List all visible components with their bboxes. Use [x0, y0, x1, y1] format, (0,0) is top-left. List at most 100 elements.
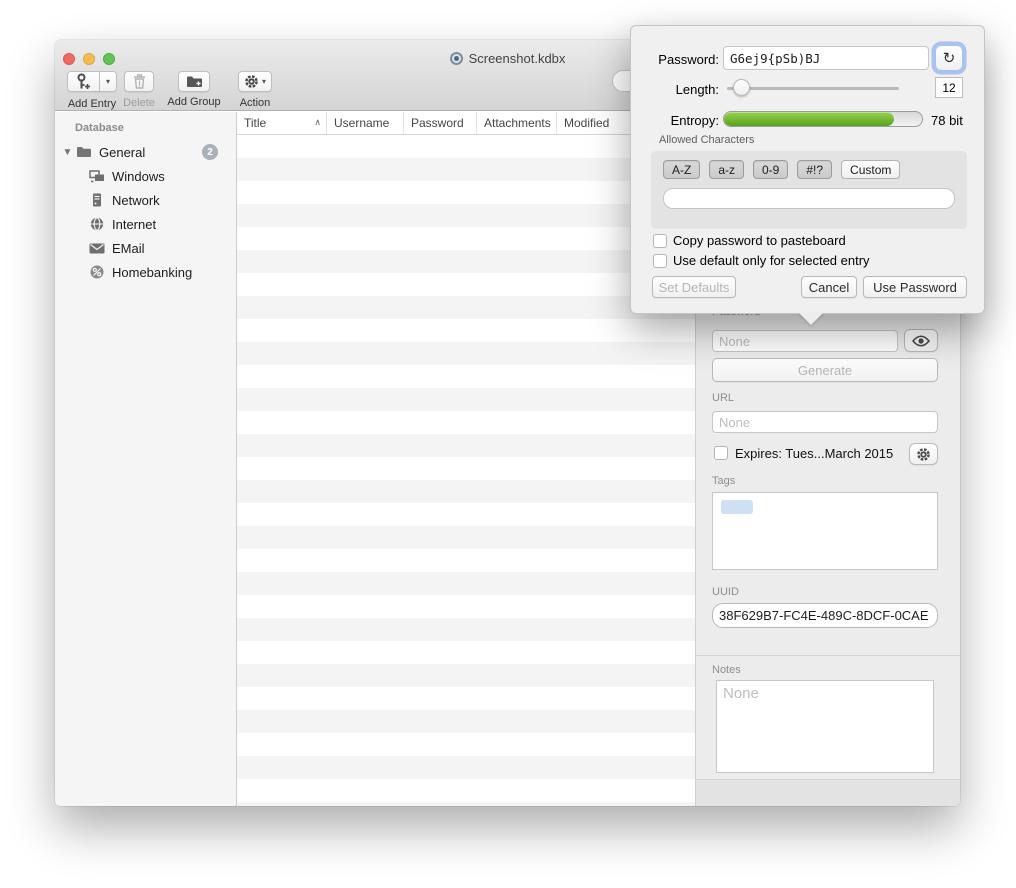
envelope-icon	[87, 243, 107, 254]
delete-label: Delete	[120, 97, 158, 109]
tags-box[interactable]	[712, 492, 938, 570]
server-icon	[87, 193, 107, 207]
expires-checkbox[interactable]	[714, 446, 728, 460]
uuid-field[interactable]	[712, 603, 938, 628]
generated-password-field[interactable]	[723, 46, 929, 70]
action-button[interactable]: ▾	[238, 71, 272, 92]
chevron-down-icon: ▾	[262, 78, 266, 86]
regenerate-button[interactable]: ↻	[935, 45, 963, 71]
notes-label: Notes	[712, 664, 741, 676]
sidebar-item-label: Network	[112, 193, 160, 208]
charset-uppercase-button[interactable]: A-Z	[663, 160, 700, 179]
charset-lowercase-button[interactable]: a-z	[709, 160, 744, 179]
generated-password-label: Password:	[631, 52, 719, 67]
sidebar-item-label: Internet	[112, 217, 156, 232]
toolbar-add-entry: ▾ Add Entry	[66, 71, 118, 110]
cancel-button[interactable]: Cancel	[801, 276, 857, 298]
length-slider[interactable]	[727, 79, 899, 97]
tag-pill[interactable]	[721, 500, 753, 514]
gear-icon	[916, 447, 931, 462]
password-field[interactable]	[712, 330, 898, 352]
entropy-bits: 78 bit	[931, 113, 963, 128]
table-rows-area[interactable]	[237, 135, 695, 806]
set-defaults-button[interactable]: Set Defaults	[652, 276, 736, 298]
trash-icon	[133, 74, 146, 89]
column-header-attachments[interactable]: Attachments	[477, 112, 557, 134]
entropy-fill	[724, 112, 894, 126]
generate-button[interactable]: Generate	[712, 358, 938, 382]
add-group-button[interactable]	[178, 71, 210, 92]
column-header-username[interactable]: Username	[327, 112, 404, 134]
expires-settings-button[interactable]	[909, 443, 938, 465]
sidebar-item-label: Homebanking	[112, 265, 192, 280]
length-field[interactable]	[935, 77, 963, 98]
copy-to-pasteboard-row: Copy password to pasteboard	[653, 233, 846, 248]
url-label: URL	[712, 392, 734, 404]
add-entry-label: Add Entry	[66, 98, 118, 110]
use-password-button[interactable]: Use Password	[863, 276, 967, 298]
document-icon	[450, 52, 463, 65]
password-generator-popover: Password: ↻ Length: Entropy: 78 bit Allo…	[630, 25, 985, 314]
uuid-label: UUID	[712, 586, 739, 598]
entropy-label: Entropy:	[631, 113, 719, 128]
sidebar-item-label: EMail	[112, 241, 145, 256]
sidebar-group-general[interactable]: ▼ General 2	[55, 140, 236, 164]
add-group-label: Add Group	[165, 96, 223, 108]
sidebar-item-windows[interactable]: Windows	[55, 164, 236, 188]
toolbar-add-group: Add Group	[165, 71, 223, 108]
delete-button[interactable]	[124, 71, 154, 92]
window-title: Screenshot.kdbx	[469, 51, 566, 66]
action-label: Action	[235, 97, 275, 109]
charset-custom-button[interactable]: Custom	[841, 160, 900, 179]
expires-label: Expires: Tues...March 2015	[735, 446, 893, 461]
use-default-row: Use default only for selected entry	[653, 253, 870, 268]
url-field[interactable]	[712, 411, 938, 433]
use-default-checkbox[interactable]	[653, 254, 667, 268]
workgroup-icon	[87, 170, 107, 183]
add-entry-dropdown[interactable]: ▾	[100, 71, 117, 92]
entry-count-badge: 2	[202, 144, 218, 160]
custom-charset-field[interactable]	[663, 188, 955, 209]
charset-digits-button[interactable]: 0-9	[753, 160, 788, 179]
folder-plus-icon	[186, 75, 203, 88]
gear-icon	[244, 74, 259, 89]
popover-arrow	[798, 312, 824, 325]
key-plus-icon	[76, 73, 91, 90]
reveal-password-button[interactable]	[904, 329, 938, 352]
toolbar-action: ▾ Action	[235, 71, 275, 109]
folder-icon	[74, 146, 94, 158]
tags-label: Tags	[712, 475, 735, 487]
sidebar: Database ▼ General 2	[55, 112, 237, 806]
entropy-indicator	[723, 111, 923, 127]
sidebar-item-internet[interactable]: Internet	[55, 212, 236, 236]
toolbar-delete: Delete	[120, 71, 158, 109]
add-entry-button[interactable]	[67, 71, 100, 92]
refresh-icon: ↻	[943, 49, 956, 67]
sidebar-item-label: Windows	[112, 169, 165, 184]
divider	[696, 655, 960, 656]
allowed-characters-label: Allowed Characters	[659, 134, 754, 146]
use-default-label: Use default only for selected entry	[673, 253, 870, 268]
globe-icon	[87, 217, 107, 231]
copy-to-pasteboard-label: Copy password to pasteboard	[673, 233, 846, 248]
slider-track	[727, 87, 899, 90]
column-header-password[interactable]: Password	[404, 112, 477, 134]
slider-knob[interactable]	[733, 79, 750, 96]
inspector-footer	[696, 780, 960, 806]
notes-field[interactable]	[716, 680, 934, 773]
percent-icon	[87, 265, 107, 279]
disclosure-triangle-icon[interactable]: ▼	[61, 147, 74, 158]
sidebar-item-network[interactable]: Network	[55, 188, 236, 212]
table-header: Title ∧ Username Password Attachments Mo…	[237, 112, 695, 135]
sidebar-section-header: Database	[55, 119, 236, 140]
length-label: Length:	[631, 82, 719, 97]
eye-icon	[912, 335, 930, 347]
chevron-down-icon: ▾	[106, 78, 110, 86]
column-header-title[interactable]: Title ∧	[237, 112, 327, 134]
sidebar-item-email[interactable]: EMail	[55, 236, 236, 260]
allowed-characters-box: A-Z a-z 0-9 #!? Custom	[651, 151, 967, 229]
charset-symbols-button[interactable]: #!?	[797, 160, 832, 179]
copy-to-pasteboard-checkbox[interactable]	[653, 234, 667, 248]
sidebar-item-homebanking[interactable]: Homebanking	[55, 260, 236, 284]
entry-table: Title ∧ Username Password Attachments Mo…	[237, 112, 696, 806]
